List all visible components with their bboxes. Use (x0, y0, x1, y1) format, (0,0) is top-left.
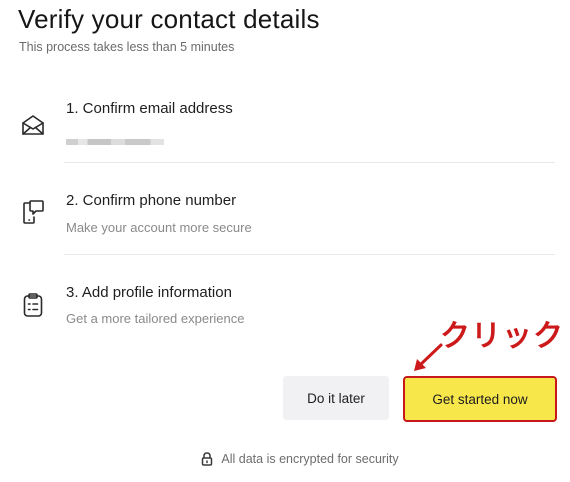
masked-email-value (66, 139, 164, 145)
verify-contact-page: Verify your contact details This process… (0, 0, 570, 482)
step-title: 2. Confirm phone number (66, 192, 237, 209)
lock-icon (201, 452, 213, 466)
security-note-text: All data is encrypted for security (221, 452, 399, 466)
step-title: 3. Add profile information (66, 284, 232, 301)
get-started-now-button[interactable]: Get started now (403, 376, 557, 422)
divider (64, 254, 555, 255)
envelope-icon (18, 110, 48, 140)
step-description: Make your account more secure (66, 220, 252, 235)
click-annotation-label: クリック (440, 319, 564, 354)
page-subtitle: This process takes less than 5 minutes (19, 40, 235, 54)
security-note: All data is encrypted for security (0, 452, 570, 466)
page-title: Verify your contact details (18, 4, 320, 34)
step-title: 1. Confirm email address (66, 100, 233, 117)
do-it-later-button[interactable]: Do it later (283, 376, 389, 420)
step-confirm-phone[interactable]: 2. Confirm phone number Make your accoun… (18, 187, 555, 247)
annotation-arrow-icon (414, 343, 443, 371)
clipboard-icon (18, 290, 48, 320)
phone-chat-icon (18, 197, 48, 227)
step-description: Get a more tailored experience (66, 311, 245, 326)
divider (64, 162, 555, 163)
step-confirm-email[interactable]: 1. Confirm email address (18, 96, 555, 156)
